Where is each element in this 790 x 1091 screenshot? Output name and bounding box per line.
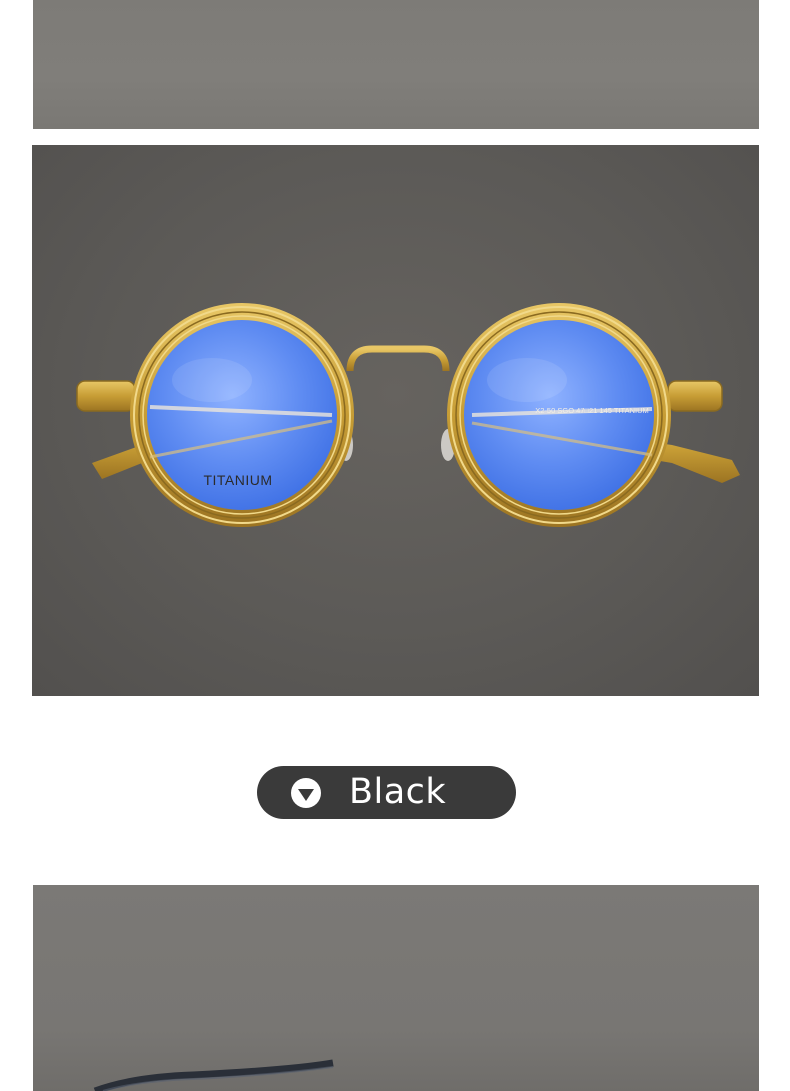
eyeglasses-partial-illustration <box>93 1059 334 1091</box>
product-photo-bottom <box>33 885 759 1091</box>
eyeglasses-illustration: TITANIUM X2-50 SGO 47□21 145 TITANIUM <box>76 303 740 527</box>
product-photo-main: TITANIUM X2-50 SGO 47□21 145 TITANIUM <box>32 145 759 696</box>
product-detail-page: TITANIUM X2-50 SGO 47□21 145 TITANIUM Bl… <box>0 0 790 1091</box>
color-option-label: Black <box>349 772 447 812</box>
temple-print-text: X2-50 SGO 47□21 145 TITANIUM <box>535 406 648 415</box>
triangle-down-icon <box>291 778 321 808</box>
lens-print-text: TITANIUM <box>203 472 272 488</box>
product-photo-top <box>33 0 759 129</box>
